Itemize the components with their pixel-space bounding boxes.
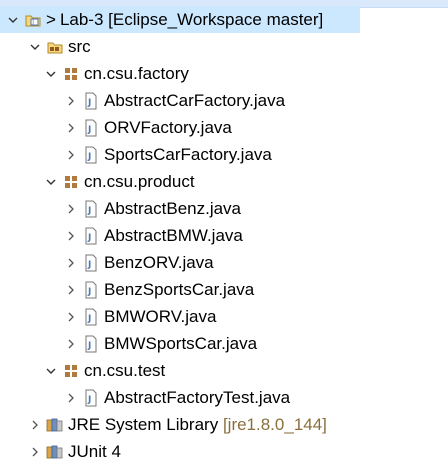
chevron-right-icon[interactable] [64, 330, 78, 357]
chevron-right-icon[interactable] [28, 438, 42, 465]
package-label: cn.csu.product [84, 172, 195, 191]
tree-row-file[interactable]: J BMWORV.java [0, 303, 448, 330]
project-name: Lab-3 [59, 10, 104, 29]
chevron-down-icon[interactable] [28, 33, 42, 60]
chevron-right-icon[interactable] [64, 384, 78, 411]
chevron-right-icon[interactable] [64, 87, 78, 114]
library-label: JRE System Library [68, 415, 219, 434]
chevron-right-icon[interactable] [64, 222, 78, 249]
java-file-icon: J [82, 200, 100, 218]
chevron-right-icon[interactable] [64, 303, 78, 330]
tree-row-file[interactable]: J AbstractBenz.java [0, 195, 448, 222]
svg-text:J: J [87, 125, 91, 135]
tree-row-package[interactable]: cn.csu.factory [0, 60, 448, 87]
file-label: AbstractBenz.java [104, 199, 242, 218]
repo-decoration: [Eclipse_Workspace master] [108, 10, 324, 29]
package-label: cn.csu.test [84, 361, 166, 380]
java-file-icon: J [82, 335, 100, 353]
svg-text:J: J [87, 98, 91, 108]
file-label: BMWSportsCar.java [104, 334, 258, 353]
tree-row-library[interactable]: JRE System Library [jre1.8.0_144] [0, 411, 448, 438]
src-label: src [68, 37, 91, 56]
svg-text:J: J [87, 233, 91, 243]
file-label: AbstractBMW.java [104, 226, 243, 245]
file-label: BMWORV.java [104, 307, 217, 326]
package-icon [62, 362, 80, 380]
tree-row-file[interactable]: J AbstractFactoryTest.java [0, 384, 448, 411]
library-label: JUnit 4 [68, 442, 121, 461]
svg-text:J: J [87, 314, 91, 324]
library-decoration: [jre1.8.0_144] [222, 415, 327, 434]
tree-row-library[interactable]: JUnit 4 [0, 438, 448, 465]
chevron-down-icon[interactable] [6, 6, 20, 33]
package-icon [62, 173, 80, 191]
file-label: SportsCarFactory.java [104, 145, 272, 164]
svg-text:J: J [87, 287, 91, 297]
java-file-icon: J [82, 146, 100, 164]
java-file-icon: J [82, 281, 100, 299]
dirty-marker: > [46, 10, 56, 29]
svg-text:J: J [87, 152, 91, 162]
chevron-right-icon[interactable] [64, 276, 78, 303]
chevron-right-icon[interactable] [64, 114, 78, 141]
tree-row-file[interactable]: J AbstractBMW.java [0, 222, 448, 249]
svg-text:J: J [87, 395, 91, 405]
java-file-icon: J [82, 308, 100, 326]
file-label: BenzORV.java [104, 253, 214, 272]
tree-row-file[interactable]: J AbstractCarFactory.java [0, 87, 448, 114]
file-label: AbstractFactoryTest.java [104, 388, 291, 407]
tree-row-file[interactable]: J BenzSportsCar.java [0, 276, 448, 303]
java-file-icon: J [82, 254, 100, 272]
chevron-down-icon[interactable] [44, 357, 58, 384]
java-file-icon: J [82, 227, 100, 245]
chevron-right-icon[interactable] [64, 141, 78, 168]
tree-row-package[interactable]: cn.csu.test [0, 357, 448, 384]
svg-text:J: J [87, 206, 91, 216]
java-file-icon: J [82, 92, 100, 110]
source-folder-icon [46, 38, 64, 56]
chevron-right-icon[interactable] [64, 249, 78, 276]
tree-row-project[interactable]: J > Lab-3 [Eclipse_Workspace master] [0, 6, 360, 33]
library-icon [46, 443, 64, 461]
java-file-icon: J [82, 389, 100, 407]
svg-text:J: J [31, 19, 34, 26]
svg-text:J: J [87, 341, 91, 351]
chevron-right-icon[interactable] [64, 195, 78, 222]
svg-text:J: J [87, 260, 91, 270]
chevron-down-icon[interactable] [44, 168, 58, 195]
package-label: cn.csu.factory [84, 64, 189, 83]
chevron-down-icon[interactable] [44, 60, 58, 87]
java-project-icon: J [24, 11, 42, 29]
tree-row-file[interactable]: J ORVFactory.java [0, 114, 448, 141]
chevron-right-icon[interactable] [28, 411, 42, 438]
tree-row-src[interactable]: src [0, 33, 448, 60]
library-icon [46, 416, 64, 434]
tree-row-file[interactable]: J SportsCarFactory.java [0, 141, 448, 168]
file-label: AbstractCarFactory.java [104, 91, 286, 110]
tree-row-package[interactable]: cn.csu.product [0, 168, 448, 195]
package-icon [62, 65, 80, 83]
tree-row-file[interactable]: J BenzORV.java [0, 249, 448, 276]
file-label: BenzSportsCar.java [104, 280, 255, 299]
file-label: ORVFactory.java [104, 118, 232, 137]
java-file-icon: J [82, 119, 100, 137]
tree-row-file[interactable]: J BMWSportsCar.java [0, 330, 448, 357]
